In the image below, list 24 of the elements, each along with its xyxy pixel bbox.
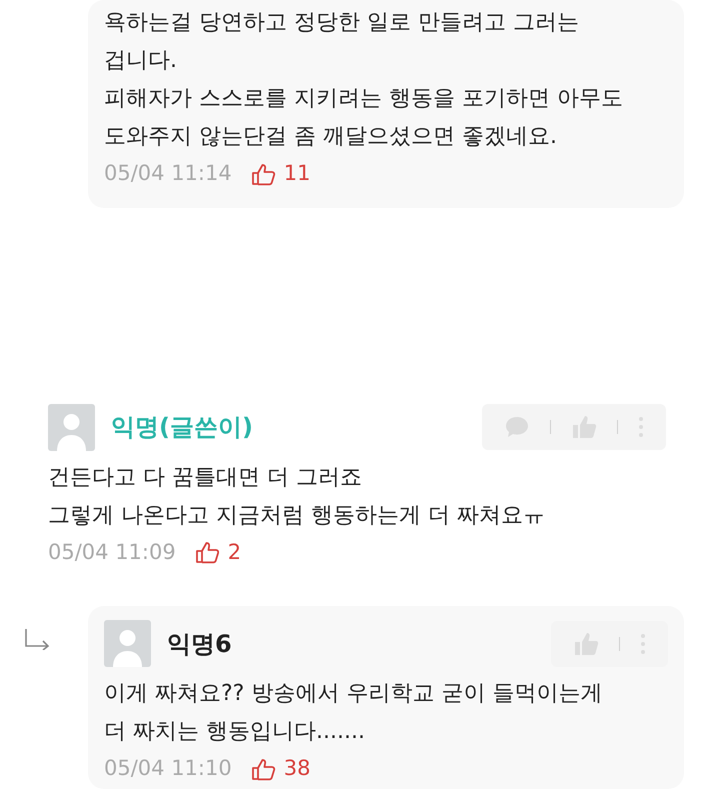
comment-line: 건든다고 다 꿈틀대면 더 그러죠	[48, 464, 363, 492]
timestamp: 05/04 11:14	[104, 160, 232, 187]
more-icon[interactable]	[640, 632, 646, 656]
comment-line: 이게 짜쳐요?? 방송에서 우리학교 굳이 들먹이는게	[104, 680, 604, 708]
comment-line: 겁니다.	[104, 47, 178, 75]
chat-icon[interactable]	[504, 415, 530, 439]
thumbs-up-icon[interactable]	[194, 539, 220, 566]
like-count: 38	[284, 755, 310, 782]
thumbs-up-icon[interactable]	[573, 630, 599, 656]
avatar-icon	[104, 620, 151, 667]
like-count: 2	[228, 538, 242, 566]
comment-line: 욕하는걸 당연하고 정당한 일로 만들려고 그러는	[104, 9, 580, 37]
more-icon[interactable]	[638, 415, 644, 439]
reply-arrow-icon	[24, 628, 52, 650]
timestamp: 05/04 11:09	[48, 538, 176, 566]
comment-line: 피해자가 스스로를 지키려는 행동을 포기하면 아무도	[104, 85, 624, 113]
thumbs-up-icon[interactable]	[571, 414, 597, 440]
comment-line: 도와주지 않는단걸 좀 깨달으셨으면 좋겠네요.	[104, 123, 558, 151]
author-name[interactable]: 익명6	[167, 626, 232, 662]
timestamp: 05/04 11:10	[104, 755, 232, 782]
avatar-icon	[48, 404, 95, 450]
comment-line: 더 짜치는 행동입니다.......	[104, 718, 366, 746]
like-count: 11	[284, 160, 310, 187]
comment-line: 그렇게 나온다고 지금처럼 행동하는게 더 짜쳐요ㅠ	[48, 502, 546, 530]
